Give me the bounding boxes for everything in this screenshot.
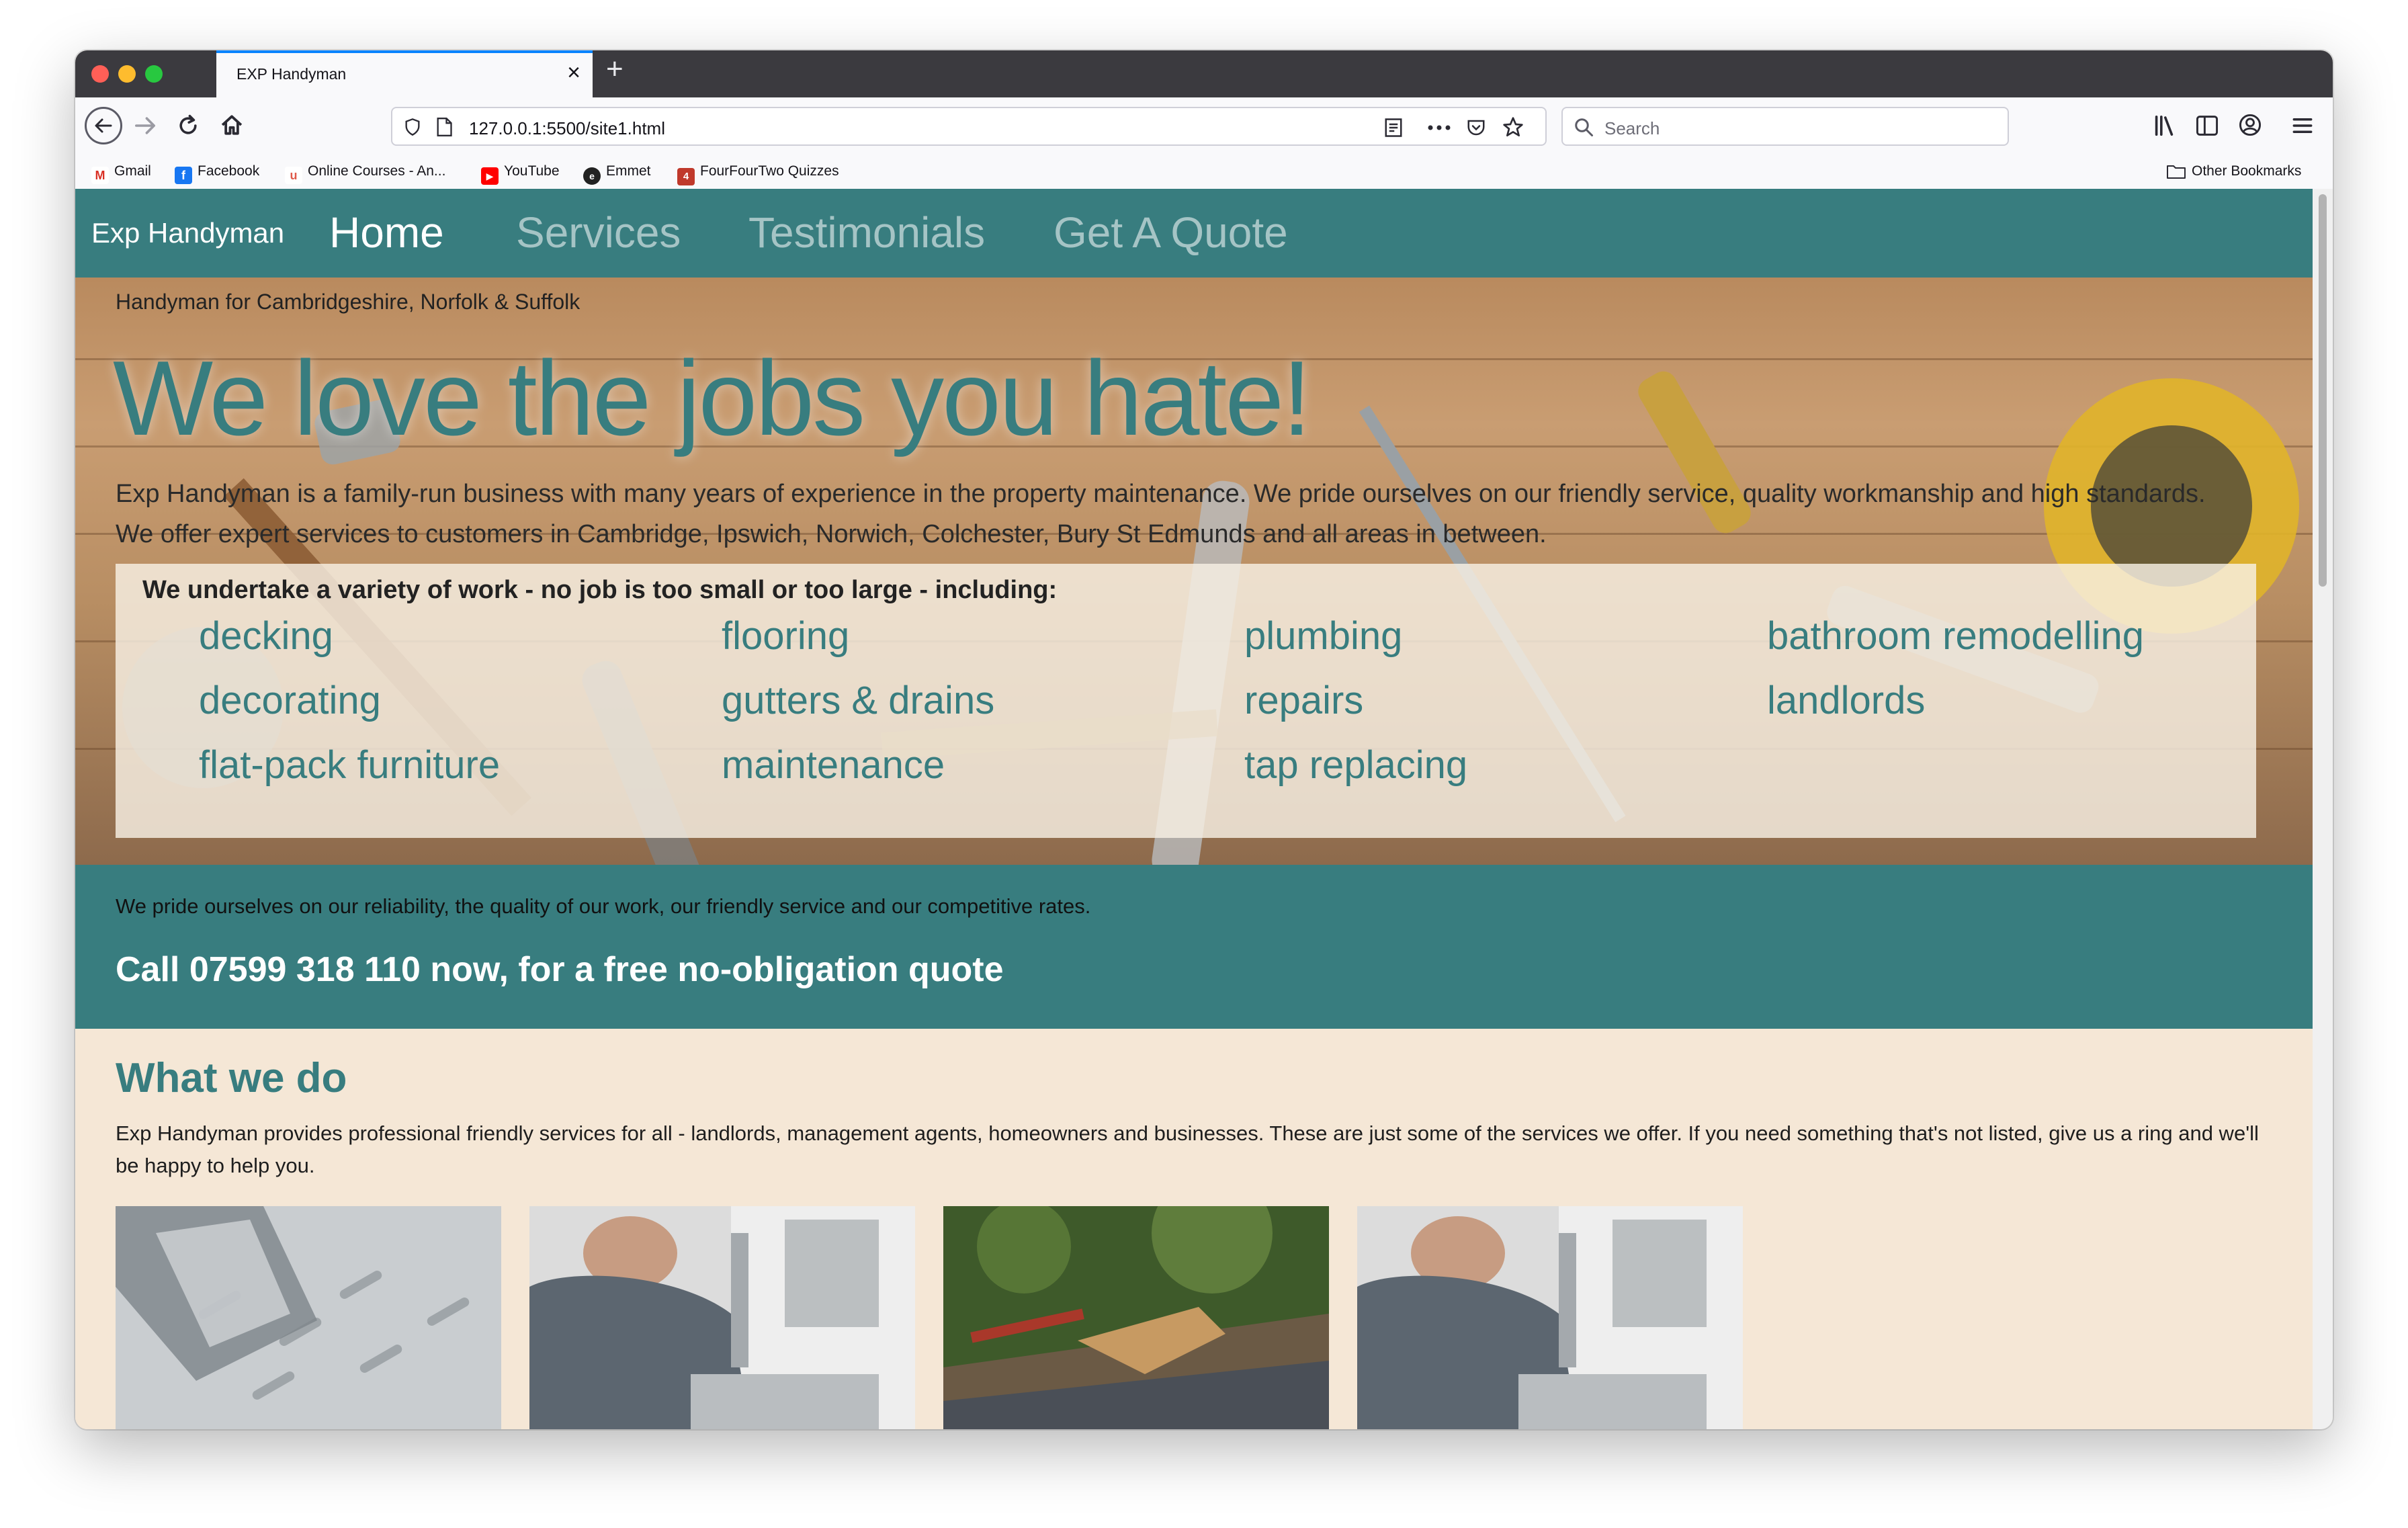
hero-title: We love the jobs you hate! — [113, 339, 1312, 458]
nav-get-a-quote[interactable]: Get A Quote — [1054, 208, 1288, 257]
hero-intro: Exp Handyman is a family-run business wi… — [116, 474, 2286, 554]
tab-title: EXP Handyman — [236, 65, 347, 83]
work-item-flat-pack-furniture: flat-pack furniture — [199, 743, 501, 787]
zoom-window-button[interactable] — [145, 65, 163, 83]
work-item-decorating: decorating — [199, 679, 381, 722]
bookmark-label: YouTube — [504, 163, 560, 179]
service-image-painting — [116, 1206, 501, 1429]
emmet-icon: e — [583, 167, 601, 185]
library-icon[interactable] — [2154, 115, 2178, 136]
browser-window: EXP Handyman × + 127.0.0.1:5500/site1.ht… — [75, 50, 2333, 1429]
cta-reliability-text: We pride ourselves on our reliability, t… — [116, 894, 1091, 918]
bookmark-label: FourFourTwo Quizzes — [700, 163, 839, 179]
nav-home[interactable]: Home — [329, 208, 444, 257]
site-brand[interactable]: Exp Handyman — [91, 217, 284, 249]
bookmarks-bar: M Gmail f Facebook u Online Courses - An...… — [75, 157, 2333, 189]
forward-button[interactable] — [133, 114, 157, 138]
service-image-plumber — [529, 1206, 915, 1429]
bookmark-youtube[interactable]: ▶ YouTube — [481, 163, 560, 185]
arrow-left-icon — [95, 118, 112, 133]
hero-section: Handyman for Cambridgeshire, Norfolk & S… — [75, 278, 2313, 865]
facebook-icon: f — [175, 167, 192, 184]
hero-intro-line-1: Exp Handyman is a family-run business wi… — [116, 480, 2206, 508]
sidebar-icon[interactable] — [2196, 115, 2219, 136]
scrollbar-thumb[interactable] — [2319, 194, 2327, 587]
search-bar[interactable]: Search — [1561, 107, 2009, 146]
bookmark-fourfourtwo[interactable]: 4 FourFourTwo Quizzes — [677, 163, 839, 185]
home-button[interactable] — [219, 112, 245, 138]
account-icon[interactable] — [2239, 114, 2262, 136]
nav-testimonials[interactable]: Testimonials — [748, 208, 985, 257]
reload-button[interactable] — [176, 114, 200, 138]
browser-tab[interactable]: EXP Handyman × — [216, 50, 593, 97]
close-window-button[interactable] — [91, 65, 109, 83]
work-item-maintenance: maintenance — [722, 743, 945, 787]
what-we-do-title: What we do — [116, 1055, 347, 1101]
work-list-title: We undertake a variety of work - no job … — [142, 576, 1058, 604]
work-item-tap-replacing: tap replacing — [1244, 743, 1468, 787]
tab-close-icon[interactable]: × — [567, 61, 580, 84]
what-we-do-text: Exp Handyman provides professional frien… — [116, 1121, 2259, 1177]
site-navbar: Exp Handyman Home Services Testimonials … — [75, 189, 2313, 278]
nav-services[interactable]: Services — [516, 208, 681, 257]
bookmark-label: Gmail — [114, 163, 151, 179]
address-bar[interactable]: 127.0.0.1:5500/site1.html — [391, 107, 1547, 146]
bookmark-online-courses[interactable]: u Online Courses - An... — [285, 163, 445, 184]
pocket-icon[interactable] — [1466, 118, 1486, 138]
search-icon — [1575, 118, 1593, 136]
menu-icon[interactable] — [2292, 116, 2313, 135]
page-icon — [437, 118, 452, 136]
service-image-plumber-2 — [1357, 1206, 1743, 1429]
minimize-window-button[interactable] — [118, 65, 136, 83]
reader-view-icon[interactable] — [1384, 118, 1403, 138]
bookmark-label: Emmet — [606, 163, 651, 179]
service-image-roofing — [943, 1206, 1329, 1429]
bookmark-star-icon[interactable] — [1502, 116, 1524, 138]
work-item-gutters-drains: gutters & drains — [722, 679, 995, 722]
page-viewport: Exp Handyman Home Services Testimonials … — [75, 189, 2313, 1429]
work-item-plumbing: plumbing — [1244, 614, 1403, 658]
gmail-icon: M — [91, 167, 109, 184]
tab-strip: EXP Handyman × + — [75, 50, 2333, 97]
shield-icon[interactable] — [403, 118, 422, 136]
work-item-bathroom-remodelling: bathroom remodelling — [1767, 614, 2144, 658]
hero-intro-line-2: We offer expert services to customers in… — [116, 520, 1547, 548]
nav-toolbar: 127.0.0.1:5500/site1.html Search — [75, 97, 2333, 157]
what-we-do-section: What we do Exp Handyman provides profess… — [75, 1029, 2313, 1429]
new-tab-button[interactable]: + — [606, 54, 624, 84]
cta-section: We pride ourselves on our reliability, t… — [75, 865, 2313, 1029]
work-item-repairs: repairs — [1244, 679, 1364, 722]
back-button[interactable] — [85, 107, 122, 144]
work-item-decking: decking — [199, 614, 333, 658]
work-item-landlords: landlords — [1767, 679, 1926, 722]
folder-icon — [2167, 165, 2186, 179]
fourfourtwo-icon: 4 — [677, 168, 695, 185]
youtube-icon: ▶ — [481, 167, 499, 185]
cta-call-now: Call 07599 318 110 now, for a free no-ob… — [116, 950, 1004, 989]
work-item-flooring: flooring — [722, 614, 850, 658]
bookmark-facebook[interactable]: f Facebook — [175, 163, 259, 184]
page-scrollbar[interactable] — [2313, 189, 2333, 1429]
other-bookmarks[interactable]: Other Bookmarks — [2166, 163, 2301, 179]
bookmark-gmail[interactable]: M Gmail — [91, 163, 151, 184]
hero-subtitle: Handyman for Cambridgeshire, Norfolk & S… — [116, 290, 580, 314]
more-actions-icon[interactable] — [1427, 124, 1451, 131]
url-text[interactable]: 127.0.0.1:5500/site1.html — [469, 118, 665, 139]
bookmark-label: Online Courses - An... — [308, 163, 446, 179]
search-input[interactable]: Search — [1604, 118, 1660, 139]
work-list-box: We undertake a variety of work - no job … — [116, 564, 2256, 838]
bookmark-emmet[interactable]: e Emmet — [583, 163, 651, 185]
other-bookmarks-label: Other Bookmarks — [2192, 163, 2302, 179]
bookmark-label: Facebook — [198, 163, 260, 179]
courses-icon: u — [285, 167, 302, 184]
